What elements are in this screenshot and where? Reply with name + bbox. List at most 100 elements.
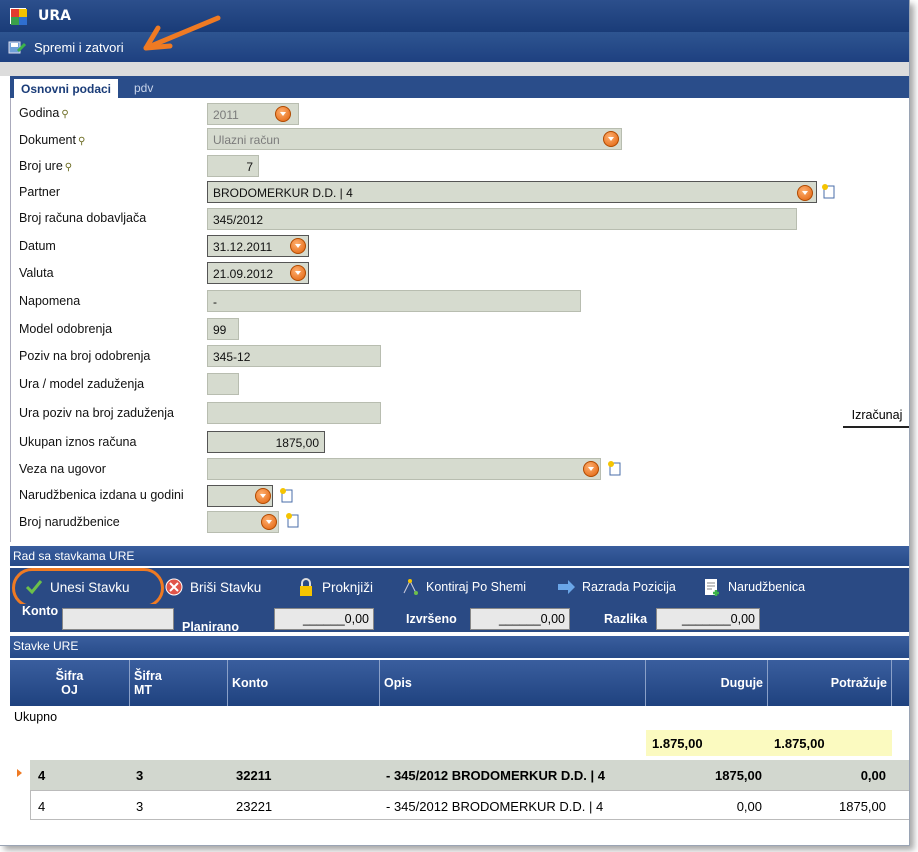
godina-label: Godina ⚲ bbox=[19, 106, 69, 120]
cell-oj: 4 bbox=[38, 799, 46, 814]
napomena-field[interactable]: - bbox=[207, 290, 581, 312]
column-duguje[interactable]: Duguje bbox=[646, 660, 768, 706]
model-odobrenja-field[interactable]: 99 bbox=[207, 318, 239, 340]
table-row[interactable]: 4 3 32211 - 345/2012 BRODOMERKUR D.D. | … bbox=[30, 760, 909, 790]
tab-strip: Osnovni podaci pdv bbox=[10, 76, 909, 98]
model-odobrenja-label: Model odobrenja bbox=[19, 322, 113, 336]
lock-icon bbox=[296, 577, 316, 597]
column-konto[interactable]: Konto bbox=[228, 660, 380, 706]
dokument-dropdown-icon[interactable] bbox=[603, 131, 619, 147]
delete-icon bbox=[164, 577, 184, 597]
cell-potrazuje: 1875,00 bbox=[839, 799, 886, 814]
planirano-field: ______0,00 bbox=[274, 608, 374, 630]
stavke-toolbar: Unesi Stavku Briši Stavku Proknjiži Kont… bbox=[10, 568, 909, 604]
narudzbenica-button[interactable]: Narudžbenica bbox=[702, 574, 805, 600]
cell-opis: - 345/2012 BRODOMERKUR D.D. | 4 bbox=[386, 768, 605, 783]
annotation-arrow-icon bbox=[143, 15, 221, 51]
model-zaduzenja-field[interactable] bbox=[207, 373, 239, 395]
datum-dropdown-icon[interactable] bbox=[290, 238, 306, 254]
table-row[interactable]: 4 3 23221 - 345/2012 BRODOMERKUR D.D. | … bbox=[30, 790, 909, 820]
proknjizi-label: Proknjiži bbox=[322, 579, 374, 595]
veza-ugovor-field[interactable] bbox=[207, 458, 601, 480]
new-document-icon[interactable] bbox=[285, 512, 299, 528]
razlika-field: _______0,00 bbox=[656, 608, 760, 630]
cell-duguje: 0,00 bbox=[736, 799, 762, 814]
ura-window: URA Spremi i zatvori Osnovni podaci pdv … bbox=[0, 0, 910, 846]
key-icon: ⚲ bbox=[77, 136, 86, 147]
column-opis[interactable]: Opis bbox=[380, 660, 646, 706]
column-sifra-oj[interactable]: Šifra OJ bbox=[10, 660, 130, 706]
save-and-close-button[interactable]: Spremi i zatvori bbox=[8, 36, 124, 58]
razrada-pozicija-button[interactable]: Razrada Pozicija bbox=[556, 574, 676, 600]
partner-label: Partner bbox=[19, 185, 60, 199]
poziv-zaduzenja-label: Ura poziv na broj zaduženja bbox=[19, 406, 174, 420]
title-bar: URA bbox=[0, 0, 909, 32]
column-sifra-mt[interactable]: Šifra MT bbox=[130, 660, 228, 706]
key-icon: ⚲ bbox=[61, 109, 69, 120]
broj-ure-field[interactable]: 7 bbox=[207, 155, 259, 177]
selected-row-indicator-icon bbox=[17, 769, 22, 777]
cell-oj: 4 bbox=[38, 768, 46, 783]
new-document-icon[interactable] bbox=[279, 487, 293, 503]
document-add-icon bbox=[702, 577, 722, 597]
arrow-right-icon bbox=[556, 577, 576, 597]
new-document-icon[interactable] bbox=[821, 183, 835, 199]
key-icon: ⚲ bbox=[64, 162, 73, 173]
cell-konto: 32211 bbox=[236, 768, 272, 783]
izvrseno-label: Izvršeno bbox=[406, 612, 457, 626]
dokument-field[interactable]: Ulazni račun bbox=[207, 128, 622, 150]
new-document-icon[interactable] bbox=[607, 460, 621, 476]
dokument-label: Dokument ⚲ bbox=[19, 133, 86, 147]
valuta-dropdown-icon[interactable] bbox=[290, 265, 306, 281]
column-potrazuje[interactable]: Potražuje bbox=[768, 660, 892, 706]
narudzbenica-godina-dropdown-icon[interactable] bbox=[255, 488, 271, 504]
window-title: URA bbox=[38, 8, 71, 24]
unesi-stavku-label: Unesi Stavku bbox=[50, 579, 130, 595]
kontiraj-po-shemi-label: Kontiraj Po Shemi bbox=[426, 580, 527, 594]
broj-ure-label: Broj ure ⚲ bbox=[19, 159, 73, 173]
cell-opis: - 345/2012 BRODOMERKUR D.D. | 4 bbox=[386, 799, 604, 814]
poziv-zaduzenja-field[interactable] bbox=[207, 402, 381, 424]
veza-ugovor-dropdown-icon[interactable] bbox=[583, 461, 599, 477]
summary-bar: Konto Planirano ______0,00 Izvršeno ____… bbox=[10, 604, 909, 632]
godina-dropdown-icon[interactable] bbox=[275, 106, 291, 122]
razlika-label: Razlika bbox=[604, 612, 648, 626]
totals-row: 1.875,00 1.875,00 bbox=[646, 730, 892, 756]
razrada-pozicija-label: Razrada Pozicija bbox=[582, 580, 676, 594]
grid-header: Šifra OJ Šifra MT Konto Opis Duguje Potraž… bbox=[10, 660, 909, 706]
izracunaj-button[interactable]: Izračunaj bbox=[843, 404, 909, 428]
scheme-icon bbox=[400, 577, 420, 597]
checkmark-icon bbox=[24, 577, 44, 597]
cell-mt: 3 bbox=[136, 799, 144, 814]
narudzbenica-label: Narudžbenica bbox=[728, 580, 806, 594]
broj-racuna-field[interactable]: 345/2012 bbox=[207, 208, 797, 230]
ukupan-iznos-field[interactable]: 1875,00 bbox=[207, 431, 325, 453]
poziv-odobrenja-label: Poziv na broj odobrenja bbox=[19, 349, 151, 363]
cell-duguje: 1875,00 bbox=[715, 768, 762, 783]
brisi-stavku-button[interactable]: Briši Stavku bbox=[164, 574, 261, 600]
poziv-odobrenja-field[interactable]: 345-12 bbox=[207, 345, 381, 367]
save-and-close-label: Spremi i zatvori bbox=[34, 39, 124, 55]
veza-ugovor-label: Veza na ugovor bbox=[19, 462, 106, 476]
unesi-stavku-button[interactable]: Unesi Stavku bbox=[24, 574, 130, 600]
total-potrazuje: 1.875,00 bbox=[774, 736, 825, 751]
main-toolbar: Spremi i zatvori bbox=[0, 32, 909, 62]
kontiraj-po-shemi-button[interactable]: Kontiraj Po Shemi bbox=[400, 574, 526, 600]
cell-mt: 3 bbox=[136, 768, 144, 783]
basic-data-form: Godina ⚲ 2011 Dokument ⚲ Ulazni račun Broj… bbox=[10, 98, 909, 542]
broj-narudzbenice-dropdown-icon[interactable] bbox=[261, 514, 277, 530]
proknjizi-button[interactable]: Proknjiži bbox=[296, 574, 373, 600]
napomena-label: Napomena bbox=[19, 294, 81, 308]
tab-osnovni-podaci[interactable]: Osnovni podaci bbox=[14, 79, 119, 98]
tab-pdv[interactable]: pdv bbox=[128, 79, 159, 98]
datum-label: Datum bbox=[19, 239, 56, 253]
konto-field[interactable] bbox=[62, 608, 174, 630]
broj-racuna-label: Broj računa dobavljača bbox=[19, 211, 147, 225]
cell-konto: 23221 bbox=[236, 799, 273, 814]
toolbar-spacer bbox=[0, 62, 909, 76]
planirano-label: Planirano bbox=[182, 620, 239, 632]
partner-field[interactable]: BRODOMERKUR D.D. | 4 bbox=[207, 181, 817, 203]
grid-section-header: Stavke URE bbox=[10, 636, 909, 658]
model-zaduzenja-label: Ura / model zaduženja bbox=[19, 377, 145, 391]
partner-dropdown-icon[interactable] bbox=[797, 185, 813, 201]
